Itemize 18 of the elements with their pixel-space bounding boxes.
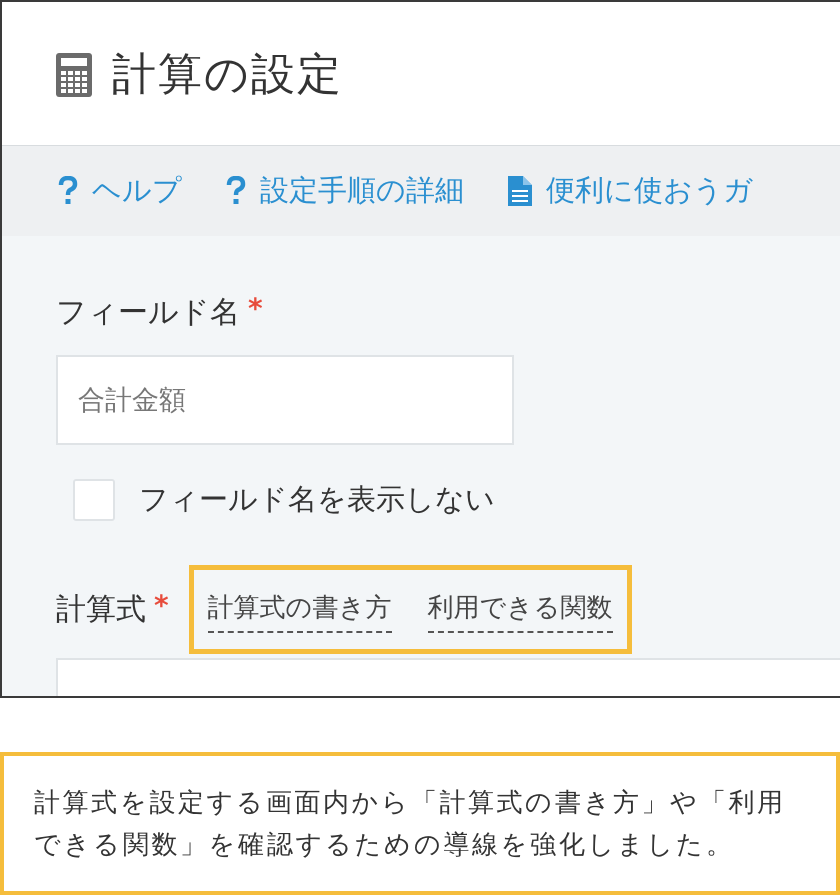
checkbox[interactable] [73, 479, 115, 521]
required-mark: * [154, 589, 169, 622]
required-mark: * [248, 292, 263, 325]
help-link[interactable]: 利用できる関数 [428, 590, 613, 633]
toolbar-link[interactable]: 設定手順の詳細 [226, 171, 464, 211]
help-link[interactable]: 計算式の書き方 [208, 590, 392, 633]
toolbar-link[interactable]: ヘルプ [58, 171, 182, 211]
input-field[interactable]: 合計金額 [56, 355, 514, 445]
field-label: 計算式 [56, 591, 146, 629]
help-icon [226, 176, 246, 206]
checkbox-label: フィールド名を表示しない [139, 481, 495, 518]
document-icon [508, 176, 532, 206]
page-title: 計算の設定 [112, 48, 343, 102]
help-icon [58, 176, 78, 206]
toolbar-link[interactable]: 便利に使おうガ [508, 171, 753, 211]
calculator-icon [56, 52, 92, 96]
field-label: フィールド名 [56, 294, 240, 332]
caption-text: 計算式を設定する画面内から「計算式の書き方」や「利用できる関数」を確認するための導線を強化しました。 [34, 787, 787, 862]
